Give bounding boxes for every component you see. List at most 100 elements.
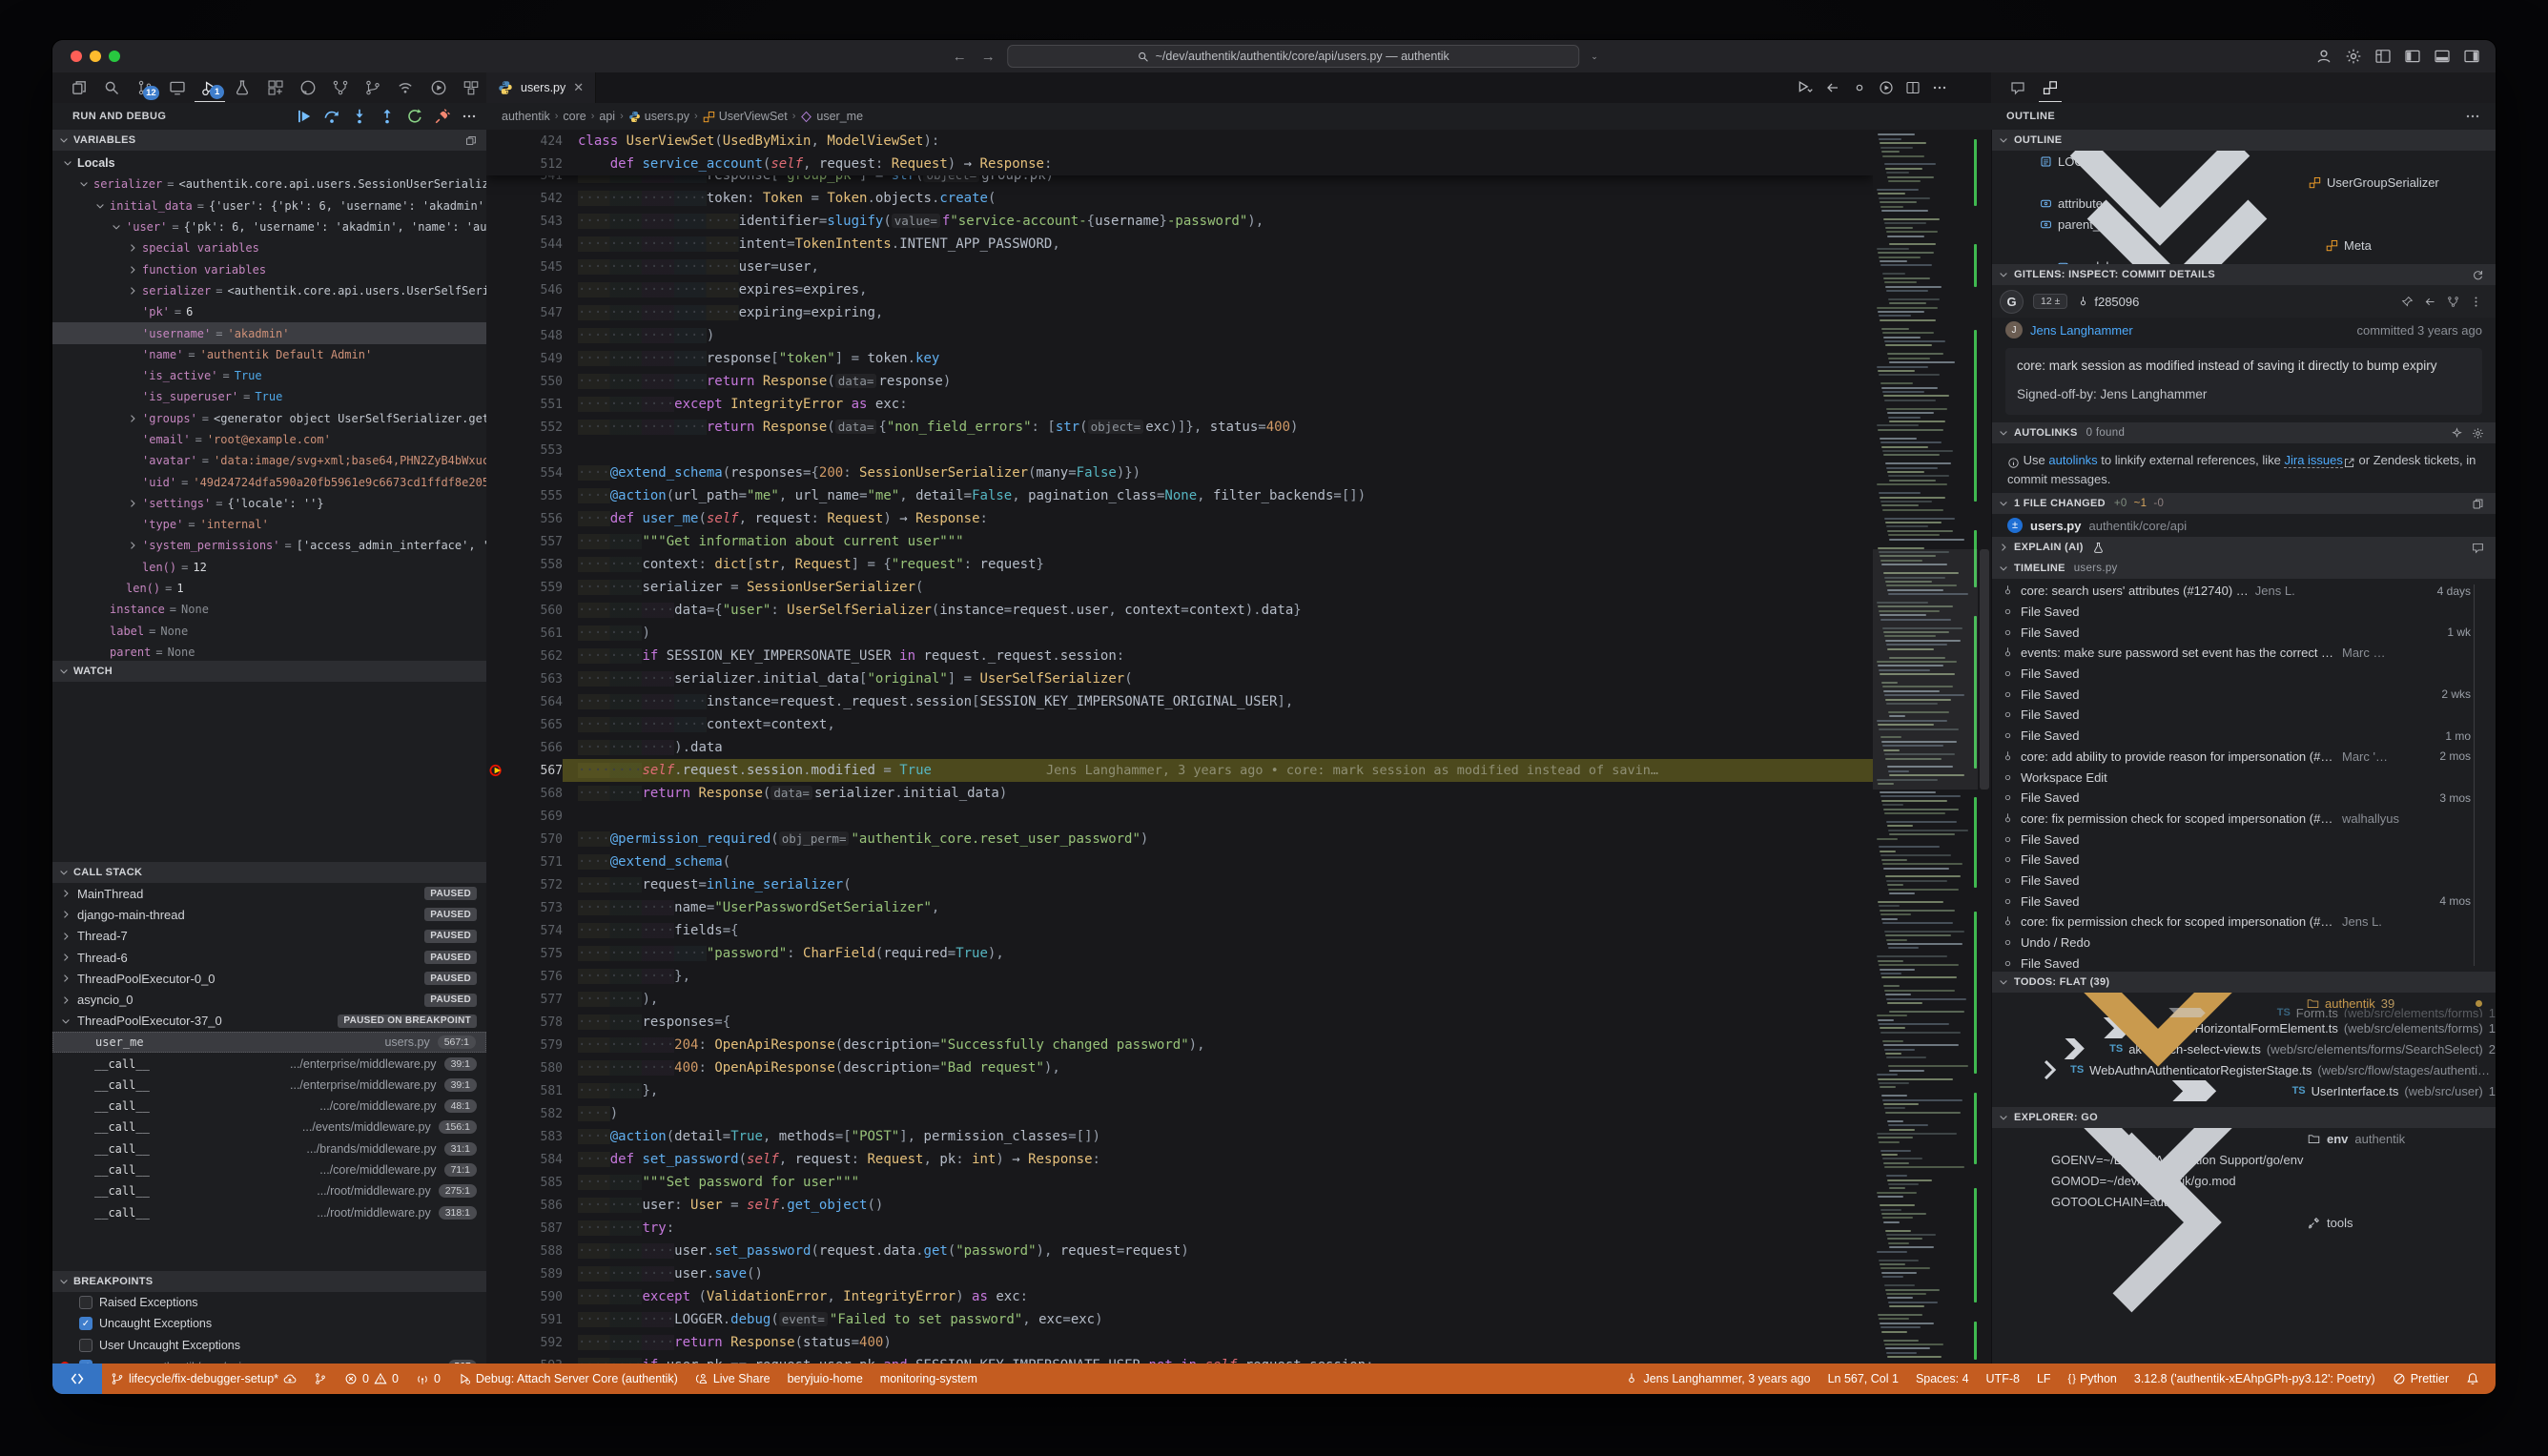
debug-more-icon[interactable] [462,109,477,124]
code-line-575[interactable]: 575················"password": CharField… [486,942,1873,965]
timeline-item[interactable]: Workspace Edit [1992,767,2496,788]
pin-icon[interactable] [2401,296,2414,308]
variable-row[interactable]: len()=12 [52,557,486,578]
code-line-547[interactable]: 547····················expiring=expiring… [486,301,1873,324]
code-line-546[interactable]: 546····················expires=expires, [486,278,1873,301]
code-line-543[interactable]: 543····················identifier=slugif… [486,210,1873,233]
statusbar-item[interactable] [305,1364,336,1394]
variable-row[interactable]: 'type'='internal' [52,514,486,535]
variable-row[interactable]: instance=None [52,599,486,620]
history-back-icon[interactable]: ← [950,49,969,65]
variable-row[interactable]: initial_data={'user': {'pk': 6, 'usernam… [52,195,486,216]
more-actions-icon[interactable] [2470,296,2482,308]
commit-graph-icon[interactable] [2447,296,2459,308]
code-line-542[interactable]: 542················token: Token = Token.… [486,187,1873,210]
outline-item-meta[interactable]: Meta [1992,235,2496,256]
code-line-557[interactable]: 557········"""Get information about curr… [486,530,1873,553]
debug-restart-icon[interactable] [406,108,423,125]
timeline-item[interactable]: File Saved [1992,953,2496,972]
variable-row[interactable]: 'settings'={'locale': ''} [52,493,486,514]
stack-frame-row[interactable]: __call__.../core/middleware.py48:1 [52,1096,486,1117]
gear-icon[interactable] [2472,427,2484,440]
code-line-554[interactable]: 554····@extend_schema(responses={200: Se… [486,461,1873,484]
minimap[interactable] [1873,130,1978,1364]
code-line-556[interactable]: 556····def user_me(self, request: Reques… [486,507,1873,530]
step-back-icon[interactable] [1825,80,1840,95]
statusbar-item-live-share[interactable]: Live Share [687,1364,779,1394]
account-icon[interactable] [2315,48,2332,65]
timeline-item[interactable]: File Saved [1992,602,2496,623]
stack-frame-row[interactable]: __call__.../events/middleware.py156:1 [52,1117,486,1138]
code-line-576[interactable]: 576············}, [486,965,1873,988]
changed-file-row[interactable]: ± users.py authentik/core/api [1992,514,2496,537]
thread-row[interactable]: ThreadPoolExecutor-37_0PAUSED ON BREAKPO… [52,1011,486,1032]
code-line-553[interactable]: 553 [486,439,1873,461]
gitlens-section-header[interactable]: GITLENS: INSPECT: COMMIT DETAILS [1992,264,2496,285]
variable-row[interactable]: parent=None [52,642,486,661]
code-line-545[interactable]: 545····················user=user, [486,256,1873,278]
record-icon[interactable] [1852,80,1867,95]
code-line-555[interactable]: 555····@action(url_path="me", url_name="… [486,484,1873,507]
statusbar-item-python[interactable]: { }Python [2060,1364,2126,1394]
code-line-551[interactable]: 551············except IntegrityError as … [486,393,1873,416]
commit-author-link[interactable]: Jens Langhammer [2030,323,2133,338]
breadcrumb-item[interactable]: user_me [800,110,863,123]
timeline-item[interactable]: events: make sure password set event has… [1992,643,2496,664]
stack-frame-row[interactable]: __call__.../enterprise/middleware.py39:1 [52,1053,486,1074]
breakpoint-checkbox[interactable] [79,1296,92,1309]
variable-row[interactable]: len()=1 [52,578,486,599]
code-line-559[interactable]: 559········serializer = SessionUserSeria… [486,576,1873,599]
code-line-591[interactable]: 591············LOGGER.debug(event="Faile… [486,1308,1873,1331]
variable-row[interactable]: 'email'='root@example.com' [52,429,486,450]
breadcrumb-item[interactable]: core [563,110,586,123]
debug-step-into-icon[interactable] [351,108,368,125]
timeline-item[interactable]: Undo / Redo [1992,933,2496,954]
sticky-line-424[interactable]: 424class UserViewSet(UsedByMixin, ModelV… [486,130,1873,153]
breakpoints-section-header[interactable]: BREAKPOINTS [52,1271,486,1292]
timeline-section-header[interactable]: TIMELINE users.py [1992,558,2496,579]
copy-icon[interactable] [464,134,477,147]
timeline-item[interactable]: File Saved1 wk [1992,622,2496,643]
variable-row[interactable]: 'groups'=<generator object UserSelfSeria… [52,408,486,429]
toggle-panel-icon[interactable] [2434,48,2451,65]
statusbar-item-3-12-8-authentik-xeahpgph-py[interactable]: 3.12.8 ('authentik-xEAhpGPh-py3.12': Poe… [2126,1364,2384,1394]
variable-row[interactable]: 'is_superuser'=True [52,386,486,407]
back-icon[interactable] [2424,296,2436,308]
code-line-581[interactable]: 581········}, [486,1079,1873,1102]
editor-scrollbar[interactable] [1978,130,1991,1364]
debug-step-out-icon[interactable] [379,108,396,125]
statusbar-item-debug-attach-server-core-aut[interactable]: Debug: Attach Server Core (authentik) [449,1364,687,1394]
variable-row[interactable]: 'username'='akadmin' [52,322,486,343]
breadcrumb-item[interactable]: authentik [502,110,550,123]
code-line-569[interactable]: 569 [486,805,1873,828]
activity-graph-icon[interactable] [325,73,356,102]
statusbar-item-prettier[interactable]: Prettier [2384,1364,2457,1394]
timeline-item[interactable]: File Saved2 wks [1992,684,2496,705]
autolinks-section-header[interactable]: AUTOLINKS 0 found [1992,422,2496,443]
timeline-item[interactable]: File Saved3 mos [1992,788,2496,809]
run-python-file-icon[interactable] [1797,79,1814,96]
code-line-589[interactable]: 589············user.save() [486,1262,1873,1285]
variable-row[interactable]: label=None [52,621,486,642]
code-line-573[interactable]: 573············name="UserPasswordSetSeri… [486,896,1873,919]
timeline-item[interactable]: core: search users' attributes (#12740) … [1992,581,2496,602]
breadcrumb-item[interactable]: api [599,110,615,123]
stack-frame-row[interactable]: __call__.../enterprise/middleware.py39:1 [52,1075,486,1096]
debug-continue-icon[interactable] [296,108,313,125]
customize-layout-icon[interactable] [2374,48,2392,65]
debug-disconnect-icon[interactable] [434,108,451,125]
explain-ai-section-header[interactable]: EXPLAIN (AI) [1992,537,2496,558]
code-line-586[interactable]: 586········user: User = self.get_object(… [486,1194,1873,1217]
thread-row[interactable]: asyncio_0PAUSED [52,989,486,1010]
todos-section-header[interactable]: TODOS: FLAT (39) [1992,972,2496,993]
callstack-section-header[interactable]: CALL STACK [52,862,486,883]
code-line-562[interactable]: 562········if SESSION_KEY_IMPERSONATE_US… [486,645,1873,667]
breakpoint-checkbox[interactable]: ✓ [79,1317,92,1330]
code-line-549[interactable]: 549················response["token"] = t… [486,347,1873,370]
code-line-580[interactable]: 580············400: OpenApiResponse(desc… [486,1056,1873,1079]
continue-run-icon[interactable] [1879,80,1894,95]
code-line-560[interactable]: 560············data={"user": UserSelfSer… [486,599,1873,622]
timeline-item[interactable]: File Saved [1992,829,2496,850]
code-line-563[interactable]: 563············serializer.initial_data["… [486,667,1873,690]
activity-remote-icon[interactable] [162,73,193,102]
